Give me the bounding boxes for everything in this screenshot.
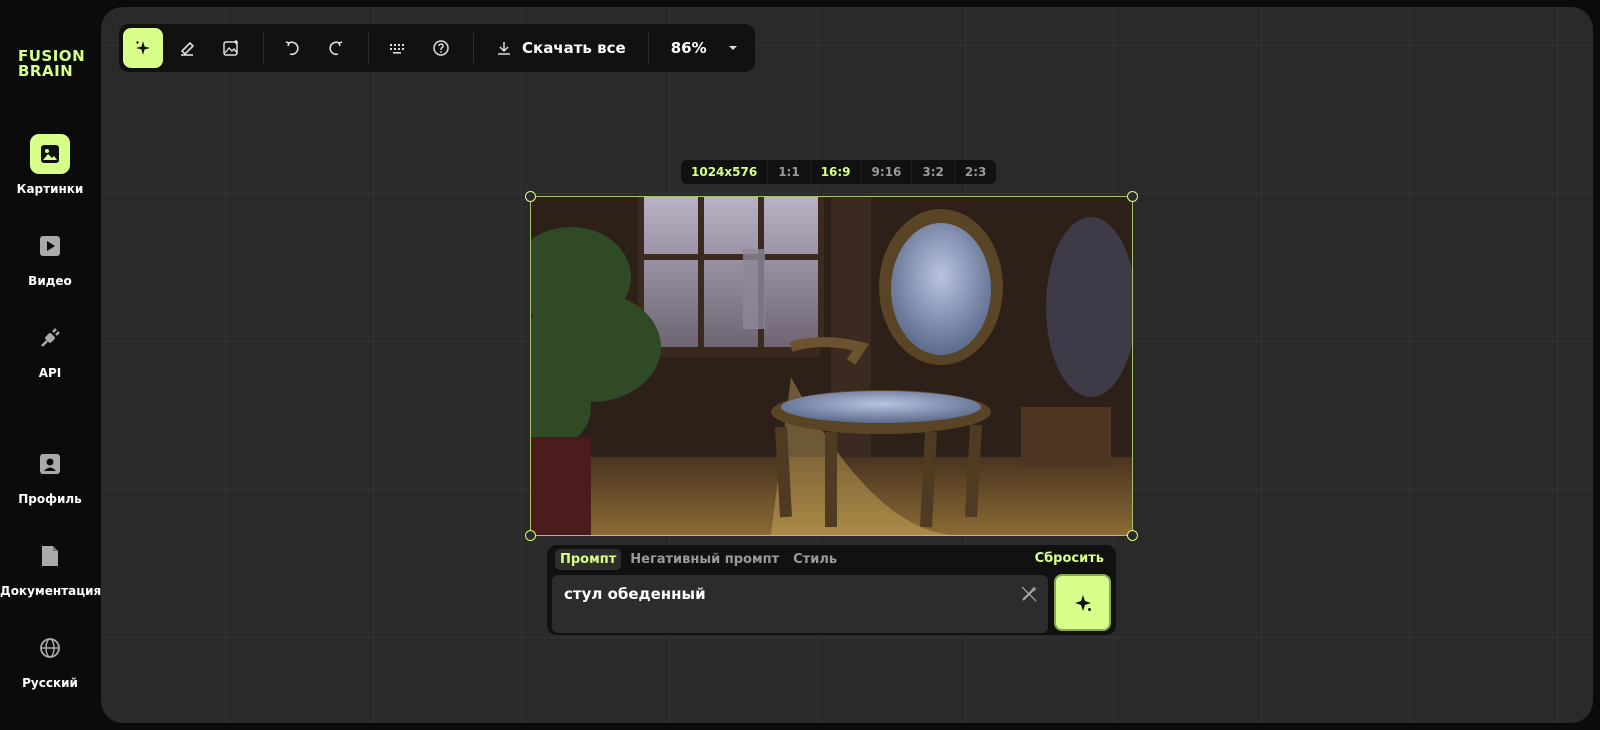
- image-frame[interactable]: [525, 191, 1138, 541]
- sidebar-item-label: Картинки: [16, 182, 84, 196]
- ratio-option[interactable]: 2:3: [955, 160, 997, 184]
- undo-button[interactable]: [272, 28, 312, 68]
- aspect-ratio-bar: 1024x576 1:1 16:9 9:16 3:2 2:3: [681, 160, 997, 184]
- sidebar-item-label: API: [38, 366, 62, 380]
- sidebar: FUSION BRAIN Картинки Видео API Профиль …: [0, 0, 102, 730]
- chevron-down-icon: [728, 46, 737, 50]
- image-size-label[interactable]: 1024x576: [681, 160, 769, 184]
- sidebar-item-profile[interactable]: Профиль: [0, 444, 100, 506]
- download-icon: [498, 42, 510, 55]
- eraser-tool-button[interactable]: [167, 28, 207, 68]
- sidebar-item-api[interactable]: API: [0, 318, 100, 380]
- sidebar-item-video[interactable]: Видео: [0, 226, 100, 288]
- resize-handle-bottom-left[interactable]: [525, 530, 536, 541]
- sidebar-item-language[interactable]: Русский: [0, 628, 100, 690]
- ratio-option[interactable]: 1:1: [768, 160, 811, 184]
- zoom-value: 86%: [670, 39, 707, 57]
- globe-icon: [30, 628, 70, 668]
- help-button[interactable]: [421, 28, 461, 68]
- prompt-tabs: Промпт Негативный промпт Стиль: [555, 549, 842, 570]
- generate-button[interactable]: [1054, 574, 1111, 631]
- toolbar-divider: [368, 33, 369, 63]
- sidebar-item-label: Документация: [0, 584, 102, 598]
- image-icon: [30, 134, 70, 174]
- profile-icon: [30, 444, 70, 484]
- resize-handle-bottom-right[interactable]: [1127, 530, 1138, 541]
- tab-style[interactable]: Стиль: [788, 549, 842, 570]
- toolbar: Скачать все 86%: [119, 24, 755, 72]
- reset-button[interactable]: Сбросить: [1035, 551, 1104, 566]
- ratio-option-selected[interactable]: 16:9: [811, 160, 862, 184]
- magic-wand-icon[interactable]: [1020, 585, 1038, 607]
- plug-icon: [30, 318, 70, 358]
- download-all-button[interactable]: Скачать все: [482, 28, 640, 68]
- keyboard-icon: [390, 44, 404, 54]
- toolbar-divider: [263, 33, 264, 63]
- sidebar-item-docs[interactable]: Документация: [0, 536, 102, 598]
- ratio-option[interactable]: 9:16: [862, 160, 913, 184]
- sidebar-item-images[interactable]: Картинки: [0, 134, 100, 196]
- logo-line-2: BRAIN: [18, 62, 74, 80]
- sidebar-item-label: Русский: [22, 676, 78, 690]
- resize-handle-top-left[interactable]: [525, 191, 536, 202]
- toolbar-divider: [473, 33, 474, 63]
- sidebar-item-label: Профиль: [18, 492, 82, 506]
- prompt-text: стул обеденный: [564, 585, 706, 603]
- ratio-option[interactable]: 3:2: [912, 160, 955, 184]
- sparkle-icon: [1074, 594, 1091, 611]
- tab-negative-prompt[interactable]: Негативный промпт: [625, 549, 784, 570]
- eraser-icon: [180, 41, 195, 56]
- generate-tool-button[interactable]: [123, 28, 163, 68]
- sparkle-icon: [136, 41, 150, 55]
- logo[interactable]: FUSION BRAIN: [18, 49, 88, 79]
- prompt-panel: Промпт Негативный промпт Стиль Сбросить …: [547, 545, 1116, 635]
- keyboard-shortcuts-button[interactable]: [377, 28, 417, 68]
- redo-button[interactable]: [316, 28, 356, 68]
- toolbar-divider: [647, 33, 649, 63]
- zoom-dropdown[interactable]: 86%: [657, 39, 753, 57]
- generated-image[interactable]: [531, 197, 1132, 535]
- document-icon: [30, 536, 70, 576]
- sidebar-item-label: Видео: [28, 274, 72, 288]
- chair-illustration: [531, 197, 1132, 535]
- help-icon: [433, 40, 449, 56]
- undo-icon: [285, 41, 299, 56]
- prompt-input[interactable]: стул обеденный: [552, 575, 1048, 633]
- image-add-icon: [223, 40, 238, 56]
- tab-prompt[interactable]: Промпт: [555, 549, 622, 570]
- image-add-tool-button[interactable]: [211, 28, 251, 68]
- download-all-label: Скачать все: [522, 39, 626, 57]
- video-play-icon: [30, 226, 70, 266]
- resize-handle-top-right[interactable]: [1127, 191, 1138, 202]
- redo-icon: [329, 41, 343, 56]
